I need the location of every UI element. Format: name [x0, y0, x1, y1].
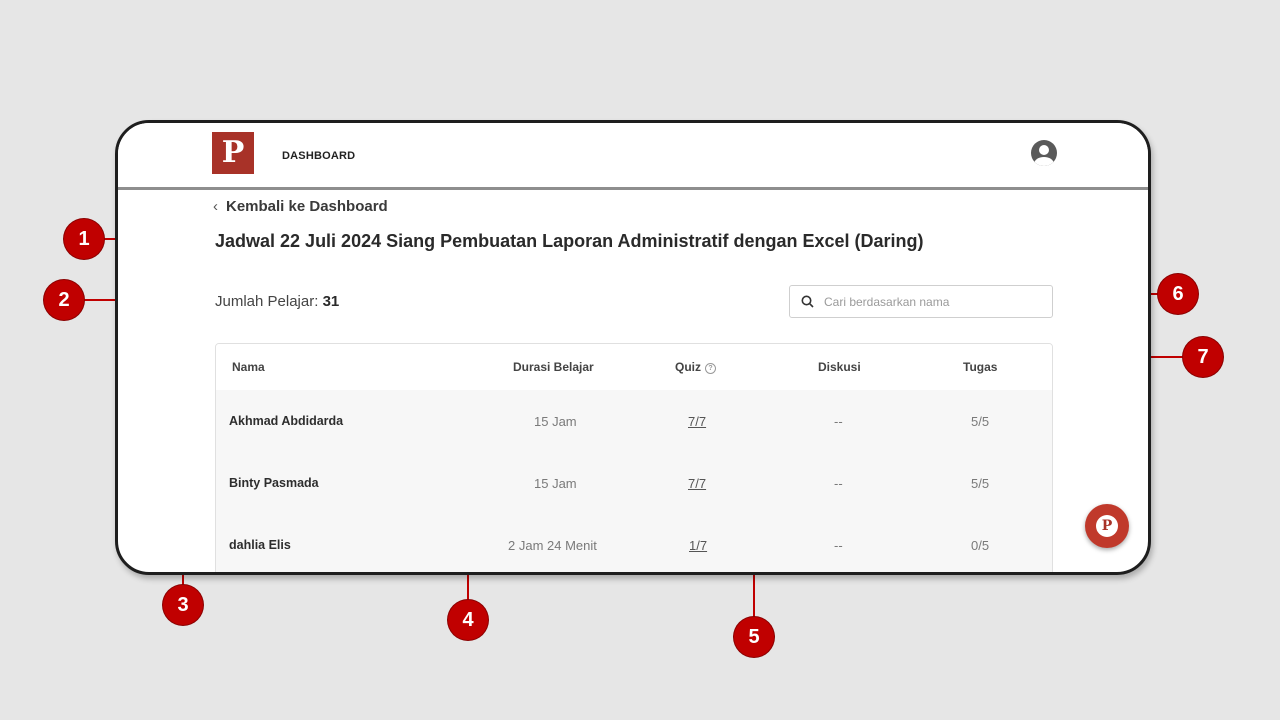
annotation-marker-1: 1 — [64, 219, 104, 259]
user-avatar-icon[interactable] — [1031, 140, 1057, 166]
nav-dashboard-link[interactable]: DASHBOARD — [282, 150, 355, 162]
table-row[interactable]: Binty Pasmada 15 Jam 7/7 -- 5/5 — [216, 452, 1052, 515]
top-navbar: P DASHBOARD — [118, 123, 1148, 190]
search-input[interactable] — [822, 291, 1046, 313]
assignment-value: 5/5 — [971, 476, 990, 491]
column-header-quiz[interactable]: Quiz? — [675, 360, 716, 374]
column-header-durasi-belajar[interactable]: Durasi Belajar — [513, 360, 594, 374]
help-icon[interactable]: ? — [705, 363, 716, 374]
annotation-marker-4: 4 — [448, 600, 488, 640]
student-count: Jumlah Pelajar: 31 — [215, 293, 339, 310]
student-name: dahlia Elis — [229, 538, 291, 552]
assignment-value: 0/5 — [971, 538, 990, 553]
annotation-marker-7: 7 — [1183, 337, 1223, 377]
annotation-marker-3: 3 — [163, 585, 203, 625]
student-name: Akhmad Abdidarda — [229, 414, 344, 428]
back-to-dashboard-link[interactable]: ‹ Kembali ke Dashboard — [213, 198, 388, 215]
search-icon — [801, 295, 814, 308]
student-name: Binty Pasmada — [229, 476, 319, 490]
student-count-label: Jumlah Pelajar: — [215, 293, 323, 310]
device-frame: P DASHBOARD ‹ Kembali ke Dashboard Jadwal… — [115, 120, 1151, 575]
brand-chat-icon: P — [1096, 515, 1118, 537]
discussion-value: -- — [834, 414, 843, 429]
column-header-tugas[interactable]: Tugas — [963, 360, 997, 374]
discussion-value: -- — [834, 538, 843, 553]
page-title: Jadwal 22 Juli 2024 Siang Pembuatan Lapo… — [215, 231, 924, 251]
column-header-quiz-label: Quiz — [675, 360, 701, 374]
student-count-value: 31 — [322, 293, 340, 310]
quiz-score-link[interactable]: 1/7 — [689, 538, 707, 553]
annotation-marker-2: 2 — [44, 280, 84, 320]
brand-logo[interactable]: P — [212, 132, 254, 174]
quiz-score-link[interactable]: 7/7 — [688, 476, 706, 491]
annotation-marker-6: 6 — [1158, 274, 1198, 314]
table-row[interactable]: dahlia Elis 2 Jam 24 Menit 1/7 -- 0/5 — [216, 514, 1052, 572]
annotation-marker-5: 5 — [734, 617, 774, 657]
study-duration: 2 Jam 24 Menit — [508, 538, 597, 553]
students-table: Nama Durasi Belajar Quiz? Diskusi Tugas … — [215, 343, 1053, 572]
column-header-nama[interactable]: Nama — [232, 360, 265, 374]
study-duration: 15 Jam — [534, 476, 577, 491]
quiz-score-link[interactable]: 7/7 — [688, 414, 706, 429]
assignment-value: 5/5 — [971, 414, 990, 429]
study-duration: 15 Jam — [534, 414, 577, 429]
table-header: Nama Durasi Belajar Quiz? Diskusi Tugas — [216, 344, 1052, 391]
chat-help-button[interactable]: P — [1085, 504, 1129, 548]
back-link-label: Kembali ke Dashboard — [226, 198, 388, 215]
column-header-diskusi[interactable]: Diskusi — [818, 360, 861, 374]
table-row[interactable]: Akhmad Abdidarda 15 Jam 7/7 -- 5/5 — [216, 390, 1052, 453]
search-box[interactable] — [789, 285, 1053, 318]
discussion-value: -- — [834, 476, 843, 491]
chevron-left-icon: ‹ — [213, 198, 218, 215]
